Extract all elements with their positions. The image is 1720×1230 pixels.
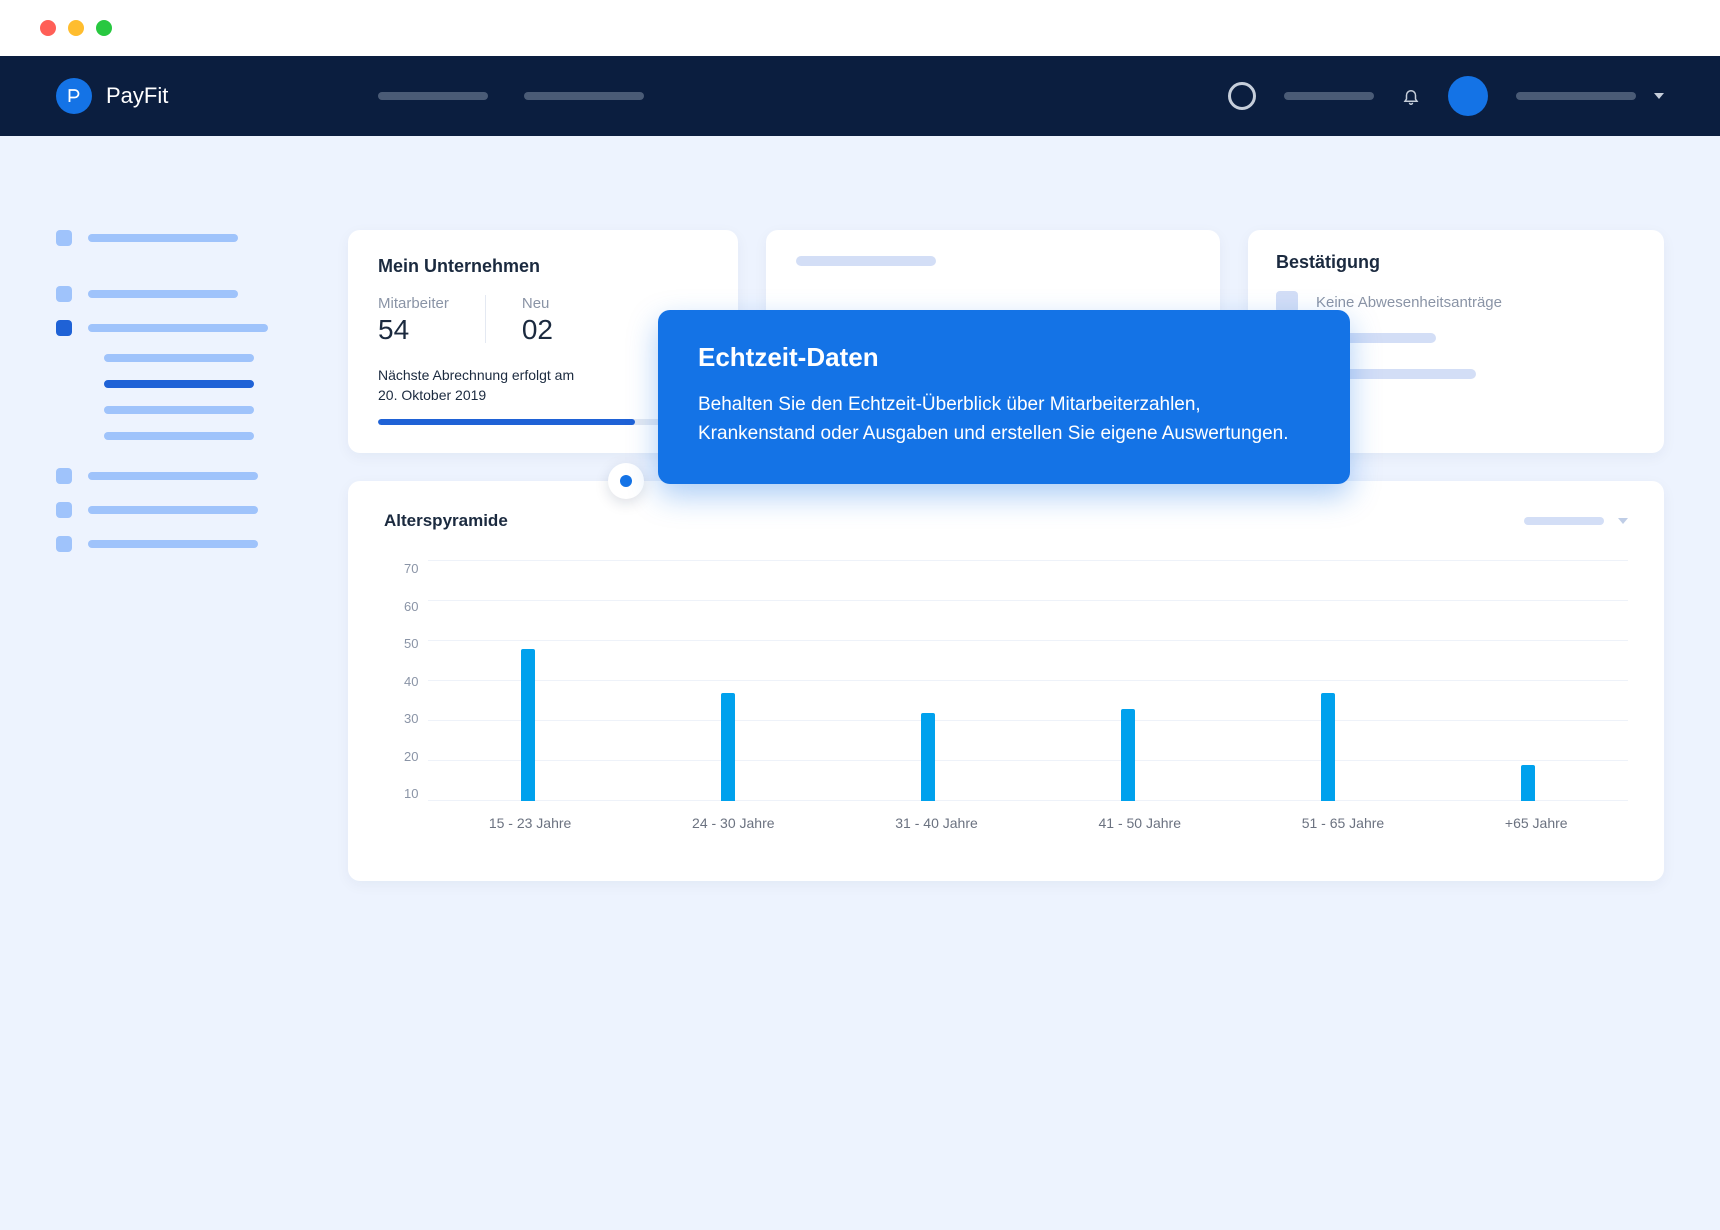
chart-bar[interactable] (721, 693, 735, 801)
chart-x-label: 41 - 50 Jahre (1098, 815, 1181, 831)
sidebar-item[interactable] (56, 286, 306, 302)
avatar[interactable] (1448, 76, 1488, 116)
sidebar-subitem[interactable] (104, 354, 254, 362)
chart-bar[interactable] (1121, 709, 1135, 801)
sidebar-item[interactable] (56, 320, 306, 336)
close-window-dot[interactable] (40, 20, 56, 36)
sidebar-item[interactable] (56, 468, 306, 484)
chart-bar[interactable] (1321, 693, 1335, 801)
chart-x-label: 51 - 65 Jahre (1302, 815, 1385, 831)
chart-x-label: +65 Jahre (1505, 815, 1568, 831)
page-body: Mein Unternehmen Mitarbeiter 54 Neu 02 N… (0, 136, 1720, 1230)
new-label: Neu (522, 295, 553, 312)
sidebar (56, 230, 306, 1170)
callout-body: Behalten Sie den Echtzeit-Überblick über… (698, 391, 1310, 448)
chart-bar[interactable] (921, 713, 935, 801)
sidebar-subitem[interactable] (104, 380, 254, 388)
nav-links (378, 92, 644, 100)
stat-separator (485, 295, 486, 343)
sidebar-subitem[interactable] (104, 406, 254, 414)
nav-text-placeholder (1284, 92, 1374, 100)
company-card-title: Mein Unternehmen (378, 256, 708, 277)
employee-label: Mitarbeiter (378, 295, 449, 312)
chart-bar[interactable] (1521, 765, 1535, 801)
chart-bar[interactable] (521, 649, 535, 801)
main-content: Mein Unternehmen Mitarbeiter 54 Neu 02 N… (348, 230, 1664, 1170)
account-name-placeholder (1516, 92, 1636, 100)
chart-x-label: 31 - 40 Jahre (895, 815, 978, 831)
chart-plot-area (428, 561, 1628, 801)
confirmation-title: Bestätigung (1276, 252, 1636, 273)
age-pyramid-chart: 70605040302010 15 - 23 Jahre 24 - 30 Jahr… (384, 561, 1628, 851)
brand[interactable]: PayFit (56, 78, 168, 114)
chart-x-label: 24 - 30 Jahre (692, 815, 775, 831)
window-chrome (0, 0, 1720, 56)
tour-dot-indicator[interactable] (608, 463, 644, 499)
minimize-window-dot[interactable] (68, 20, 84, 36)
chart-x-axis: 15 - 23 Jahre 24 - 30 Jahre 31 - 40 Jahre 4… (428, 815, 1628, 831)
account-dropdown[interactable] (1516, 92, 1664, 100)
brand-logo-icon (56, 78, 92, 114)
sidebar-item[interactable] (56, 502, 306, 518)
new-value: 02 (522, 314, 553, 346)
age-pyramid-card: Alterspyramide 70605040302010 15 - 23 Ja… (348, 481, 1664, 881)
employee-value: 54 (378, 314, 449, 346)
sidebar-subitem[interactable] (104, 432, 254, 440)
sidebar-item[interactable] (56, 230, 306, 246)
chevron-down-icon (1654, 93, 1664, 99)
realtime-data-callout: Echtzeit-Daten Behalten Sie den Echtzeit… (658, 310, 1350, 484)
no-absences-text: Keine Abwesenheitsanträge (1316, 294, 1502, 311)
chart-x-label: 15 - 23 Jahre (489, 815, 572, 831)
chevron-down-icon (1618, 518, 1628, 524)
chart-y-axis: 70605040302010 (404, 561, 418, 801)
chart-title: Alterspyramide (384, 511, 508, 531)
brand-name: PayFit (106, 83, 168, 109)
chart-filter-dropdown[interactable] (1524, 517, 1628, 525)
top-navbar: PayFit (0, 56, 1720, 136)
maximize-window-dot[interactable] (96, 20, 112, 36)
status-ring-icon[interactable] (1228, 82, 1256, 110)
nav-link-placeholder[interactable] (524, 92, 644, 100)
sidebar-item[interactable] (56, 536, 306, 552)
bell-icon[interactable] (1402, 87, 1420, 105)
callout-title: Echtzeit-Daten (698, 342, 1310, 373)
nav-link-placeholder[interactable] (378, 92, 488, 100)
